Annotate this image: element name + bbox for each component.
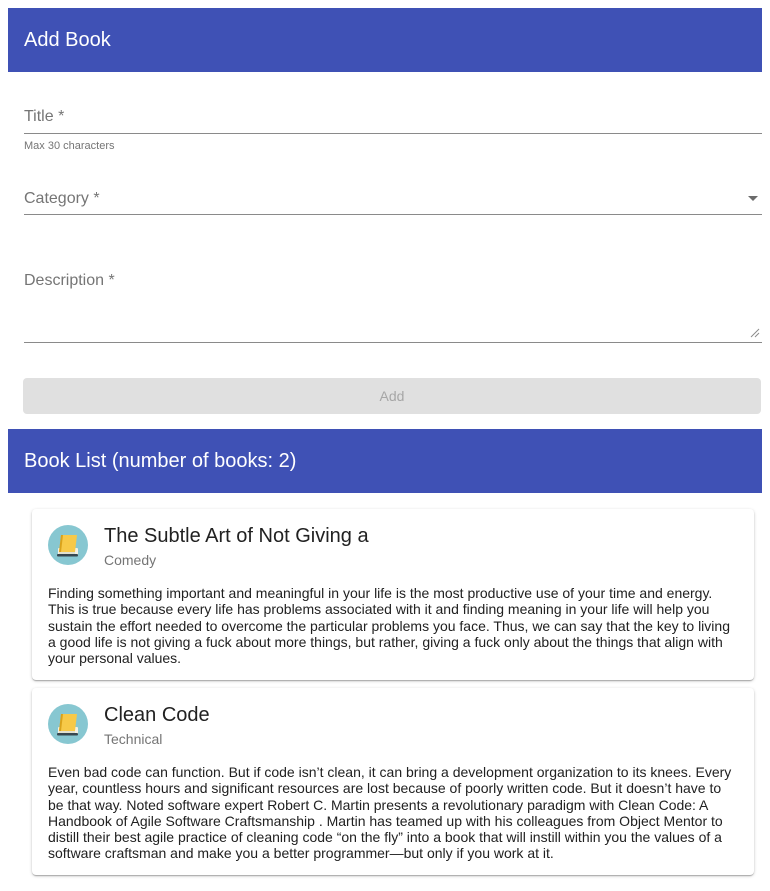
dropdown-arrow-icon[interactable]: [748, 196, 758, 201]
title-field[interactable]: Title * Max 30 characters: [24, 100, 762, 160]
book-card: Clean Code Technical Even bad code can f…: [32, 688, 754, 875]
category-select-label: Category *: [24, 190, 100, 207]
book-list-title: Book List (number of books: 2): [24, 449, 297, 472]
book-list-header: Book List (number of books: 2): [8, 429, 762, 493]
title-field-hint: Max 30 characters: [24, 140, 115, 152]
title-field-label: Title *: [24, 108, 65, 125]
book-card: The Subtle Art of Not Giving a Comedy Fi…: [32, 509, 754, 680]
book-title: The Subtle Art of Not Giving a: [104, 525, 369, 547]
book-icon: [48, 704, 88, 744]
book-description: Finding something important and meaningf…: [48, 585, 730, 667]
book-category: Comedy: [104, 552, 157, 568]
title-field-underline: [24, 133, 762, 134]
description-field[interactable]: Description *: [24, 262, 762, 344]
description-field-label: Description *: [24, 272, 115, 289]
add-book-title: Add Book: [24, 28, 111, 51]
resize-grip-icon[interactable]: [750, 328, 760, 338]
description-field-underline: [24, 342, 762, 343]
book-icon: [48, 525, 88, 565]
category-select-underline: [24, 214, 762, 215]
book-title: Clean Code: [104, 704, 210, 726]
category-select[interactable]: Category *: [24, 182, 762, 218]
book-category: Technical: [104, 731, 163, 747]
book-description: Even bad code can function. But if code …: [48, 764, 732, 862]
add-book-header: Add Book: [8, 8, 762, 72]
add-button[interactable]: Add: [23, 378, 761, 414]
